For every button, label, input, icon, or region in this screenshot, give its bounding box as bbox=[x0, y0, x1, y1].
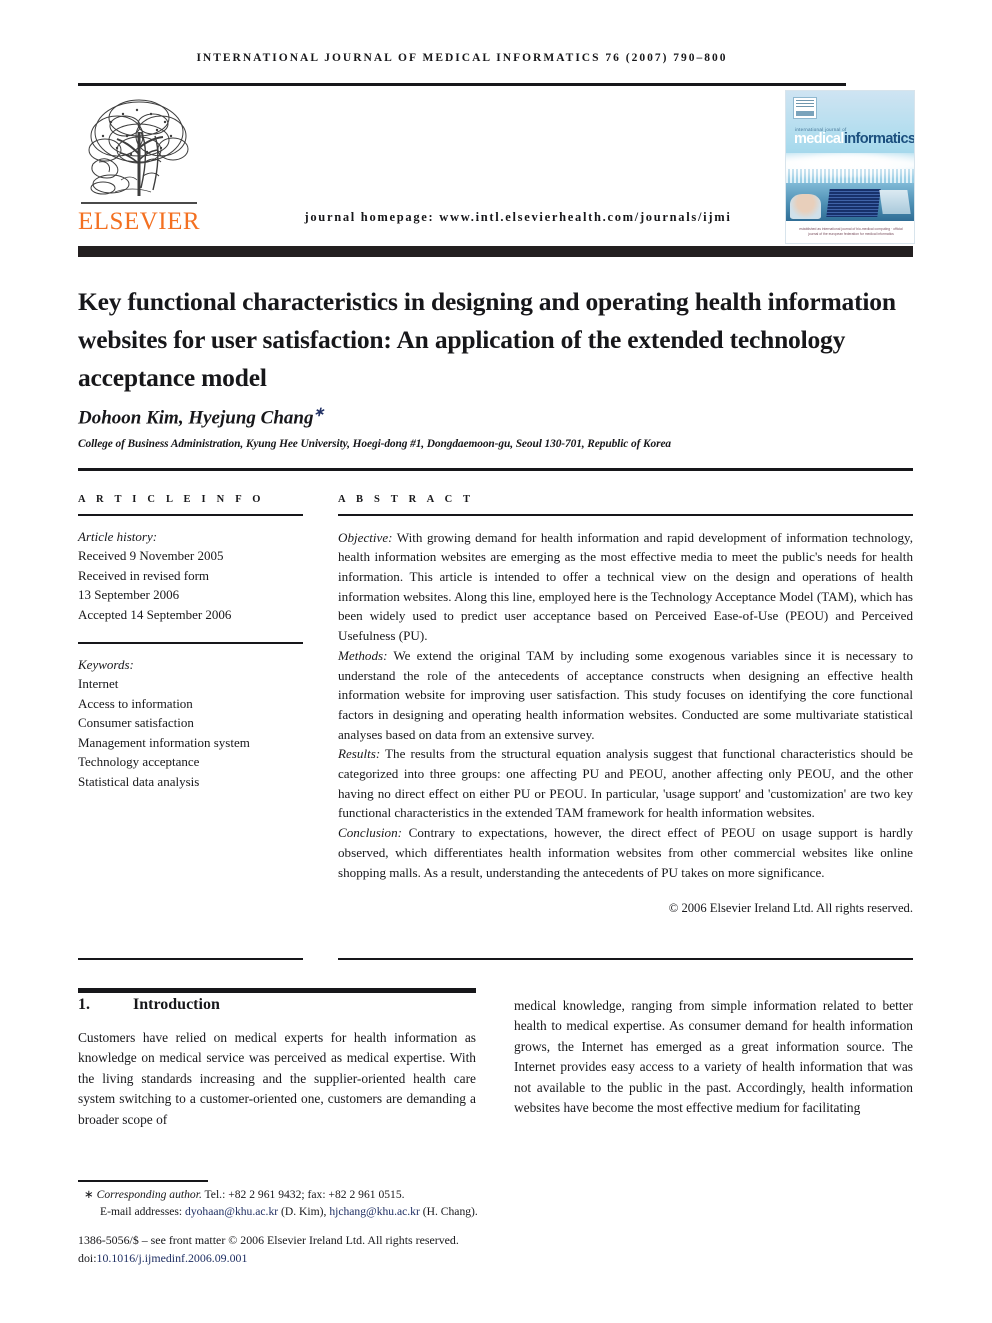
journal-cover-thumbnail: international journal of medicalinformat… bbox=[785, 90, 915, 244]
author-names: Dohoon Kim, Hyejung Chang bbox=[78, 407, 314, 429]
running-head: International Journal of Medical Informa… bbox=[196, 52, 728, 64]
article-history-line: Received in revised form bbox=[78, 567, 210, 583]
section-heading: 1. Introduction bbox=[78, 996, 476, 1014]
article-info-label: A R T I C L E I N F O bbox=[78, 494, 265, 505]
abstract-section: Results: The results from the structural… bbox=[338, 744, 913, 823]
corresponding-note-label: Corresponding author. bbox=[96, 1188, 202, 1201]
cover-photo-screen bbox=[826, 189, 882, 218]
keyword-item: Statistical data analysis bbox=[78, 773, 200, 789]
journal-article-page: International Journal of Medical Informa… bbox=[0, 0, 992, 1323]
article-info-rule bbox=[78, 514, 303, 516]
section-number: 1. bbox=[78, 996, 90, 1013]
abstract-section-lead: Objective: bbox=[338, 529, 393, 545]
body-column-left: Customers have relied on medical experts… bbox=[78, 1028, 476, 1130]
abstract-section-text: The results from the structural equation… bbox=[338, 746, 913, 821]
elsevier-logo: ELSEVIER bbox=[78, 92, 200, 240]
abstract-body: Objective: With growing demand for healt… bbox=[338, 528, 913, 919]
journal-homepage-line[interactable]: journal homepage: www.intl.elsevierhealt… bbox=[253, 210, 783, 225]
abstract-section-lead: Conclusion: bbox=[338, 825, 403, 841]
keyword-item: Access to information bbox=[78, 695, 193, 711]
masthead: ELSEVIER journal homepage: www.intl.else… bbox=[78, 90, 915, 244]
abstract-label: A B S T R A C T bbox=[338, 494, 475, 505]
body-paragraph: Customers have relied on medical experts… bbox=[78, 1030, 476, 1127]
email-link-1[interactable]: dyohaan@khu.ac.kr bbox=[185, 1205, 278, 1218]
cover-photo bbox=[786, 183, 914, 221]
abstract-section: Objective: With growing demand for healt… bbox=[338, 528, 913, 646]
author-list: Dohoon Kim, Hyejung Chang∗ bbox=[78, 404, 324, 429]
corresponding-note-tel: Tel.: +82 2 961 9432; fax: +82 2 961 051… bbox=[201, 1188, 405, 1201]
article-history-line: Accepted 14 September 2006 bbox=[78, 606, 232, 622]
article-title: Key functional characteristics in design… bbox=[78, 287, 896, 393]
header-rule-top bbox=[78, 83, 846, 86]
cover-title-word1: medical bbox=[794, 131, 844, 147]
cover-photo-monitor bbox=[879, 189, 911, 214]
elsevier-wordmark: ELSEVIER bbox=[78, 208, 201, 235]
article-history-label: Article history: bbox=[78, 528, 158, 544]
elsevier-tree-icon bbox=[88, 99, 189, 196]
body-paragraph: medical knowledge, ranging from simple i… bbox=[514, 998, 913, 1116]
doi-line: doi:10.1016/j.ijmedinf.2006.09.001 bbox=[78, 1250, 638, 1268]
copyright-line: © 2006 Elsevier Ireland Ltd. All rights … bbox=[668, 901, 913, 916]
abstract-section-lead: Results: bbox=[338, 746, 381, 762]
keywords-rule bbox=[78, 642, 303, 644]
cover-title-word2: informatics bbox=[843, 131, 915, 147]
body-column-right: medical knowledge, ranging from simple i… bbox=[514, 996, 913, 1118]
cover-title: medicalinformatics bbox=[794, 131, 915, 147]
email-note: E-mail addresses: dyohaan@khu.ac.kr (D. … bbox=[78, 1203, 558, 1220]
article-history: Article history: Received 9 November 200… bbox=[78, 527, 303, 625]
corresponding-author-note: ∗ Corresponding author. Tel.: +82 2 961 … bbox=[78, 1186, 558, 1203]
keywords-block: Keywords: Internet Access to information… bbox=[78, 655, 303, 792]
abstract-rule bbox=[338, 514, 913, 516]
email-link-2[interactable]: hjchang@khu.ac.kr bbox=[329, 1205, 420, 1218]
info-column-bottom-rule bbox=[78, 958, 303, 960]
abstract-section-text: With growing demand for health informati… bbox=[338, 529, 913, 644]
masthead-bottom-bar bbox=[78, 246, 913, 257]
elsevier-logo-baseline bbox=[81, 202, 197, 204]
title-block-rule bbox=[78, 468, 913, 471]
abstract-section-lead: Methods: bbox=[338, 647, 388, 663]
email-label: E-mail addresses: bbox=[100, 1205, 183, 1219]
section-heading-label: Introduction bbox=[133, 996, 220, 1013]
email-name-1: (D. Kim), bbox=[278, 1205, 327, 1219]
footnote-block: ∗ Corresponding author. Tel.: +82 2 961 … bbox=[78, 1186, 558, 1221]
keyword-item: Technology acceptance bbox=[78, 754, 200, 770]
article-history-line: 13 September 2006 bbox=[78, 587, 180, 603]
email-name-2: (H. Chang). bbox=[419, 1205, 478, 1219]
footer-meta: 1386-5056/$ – see front matter © 2006 El… bbox=[78, 1232, 638, 1267]
keywords-label: Keywords: bbox=[78, 656, 134, 672]
affiliation: College of Business Administration, Kyun… bbox=[78, 438, 672, 450]
abstract-section: Methods: We extend the original TAM by i… bbox=[338, 646, 913, 745]
doi-link[interactable]: 10.1016/j.ijmedinf.2006.09.001 bbox=[97, 1251, 248, 1265]
keyword-item: Internet bbox=[78, 676, 119, 692]
abstract-column-bottom-rule bbox=[338, 958, 913, 960]
issn-line: 1386-5056/$ – see front matter © 2006 El… bbox=[78, 1233, 459, 1247]
article-history-line: Received 9 November 2005 bbox=[78, 548, 224, 564]
abstract-column: A B S T R A C T Objective: With growing … bbox=[338, 494, 913, 919]
doi-prefix: doi: bbox=[78, 1250, 97, 1265]
cover-footnote: established as international journal of … bbox=[799, 227, 903, 237]
section-heading-bar bbox=[78, 988, 476, 993]
abstract-section-text: We extend the original TAM by including … bbox=[338, 647, 913, 742]
abstract-section-text: Contrary to expectations, however, the d… bbox=[338, 825, 913, 880]
article-info-column: A R T I C L E I N F O Article history: R… bbox=[78, 494, 303, 791]
footnote-rule bbox=[78, 1180, 208, 1182]
corresponding-author-marker: ∗ bbox=[313, 404, 325, 419]
abstract-section: Conclusion: Contrary to expectations, ho… bbox=[338, 823, 913, 882]
cover-photo-person bbox=[789, 194, 821, 220]
cover-elsevier-mark-icon bbox=[793, 97, 817, 119]
corresponding-note-marker: ∗ bbox=[84, 1188, 94, 1201]
keyword-item: Management information system bbox=[78, 734, 250, 750]
keyword-item: Consumer satisfaction bbox=[78, 715, 194, 731]
